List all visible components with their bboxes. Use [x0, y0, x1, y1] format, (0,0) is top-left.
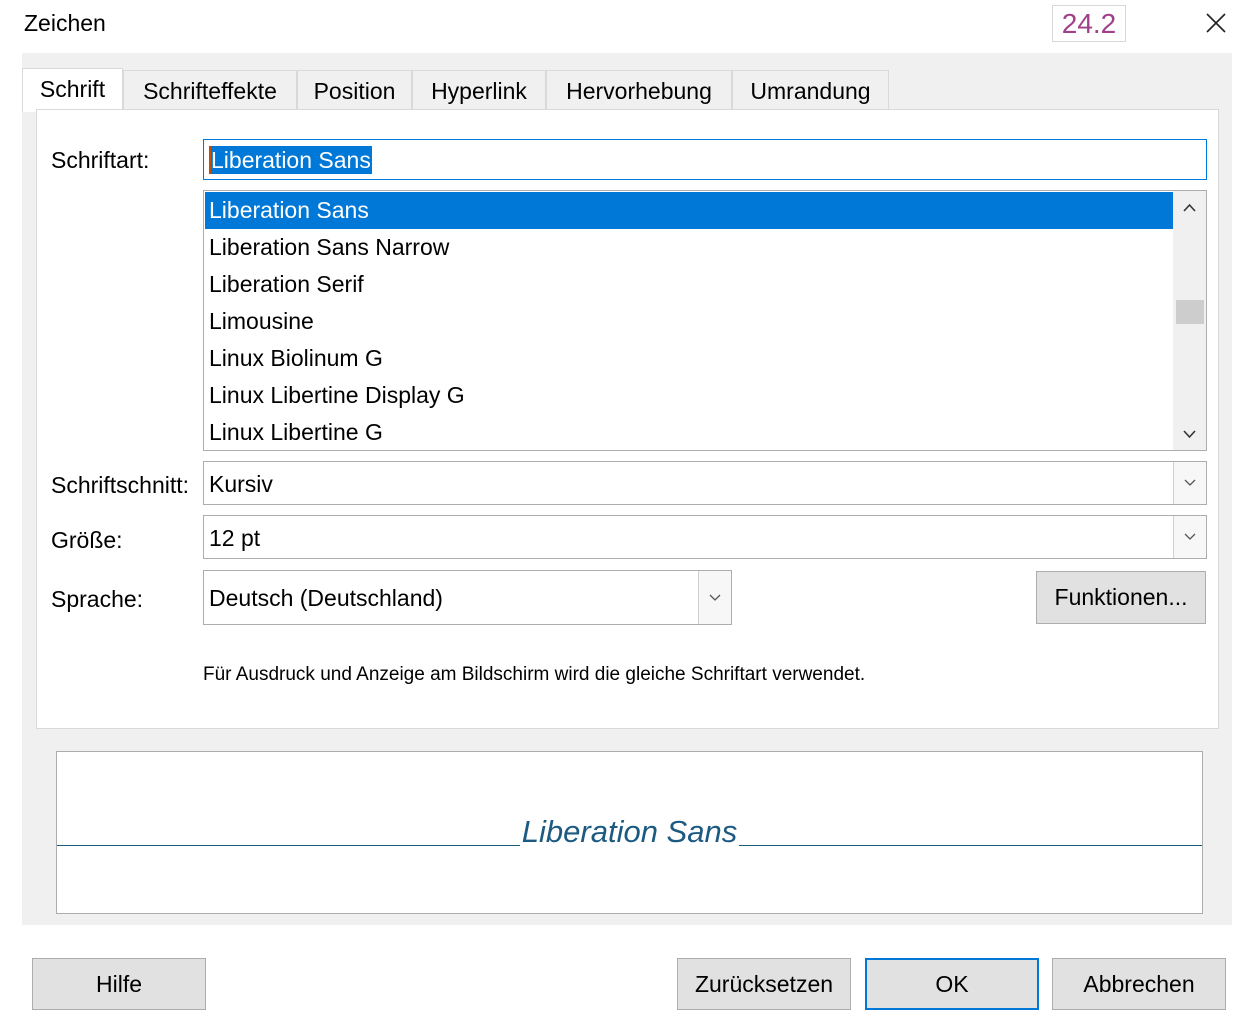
hint-text: Für Ausdruck und Anzeige am Bildschirm w… — [203, 664, 866, 685]
font-list-item[interactable]: Liberation Sans — [205, 192, 1173, 229]
help-button[interactable]: Hilfe — [32, 958, 206, 1010]
cancel-button[interactable]: Abbrechen — [1052, 958, 1226, 1010]
font-list-item[interactable]: Linux Libertine Display G — [205, 377, 1173, 414]
tab-umrandung[interactable]: Umrandung — [732, 70, 889, 110]
language-dropdown-button[interactable] — [698, 571, 731, 624]
close-button[interactable] — [1196, 4, 1236, 44]
language-value: Deutsch (Deutschland) — [209, 585, 443, 611]
font-size-dropdown-button[interactable] — [1173, 516, 1206, 558]
features-button[interactable]: Funktionen... — [1036, 571, 1206, 624]
chevron-down-icon — [1184, 479, 1196, 486]
tab-schrifteffekte[interactable]: Schrifteffekte — [123, 70, 297, 110]
chevron-down-icon — [1183, 430, 1196, 439]
font-list-item[interactable]: Liberation Sans Narrow — [205, 229, 1173, 266]
font-style-combobox[interactable]: Kursiv — [203, 461, 1207, 505]
preview-sample: Liberation Sans — [57, 814, 1202, 850]
version-badge: 24.2 — [1052, 5, 1126, 42]
tab-position[interactable]: Position — [297, 70, 412, 110]
font-size-value: 12 pt — [209, 525, 261, 551]
chevron-down-icon — [1184, 533, 1196, 540]
scrollbar-thumb[interactable] — [1176, 300, 1204, 324]
font-list-item[interactable]: Limousine — [205, 303, 1173, 340]
ok-button[interactable]: OK — [865, 958, 1039, 1010]
tab-hervorhebung[interactable]: Hervorhebung — [546, 70, 732, 110]
font-style-dropdown-button[interactable] — [1173, 462, 1206, 504]
scroll-up-button[interactable] — [1173, 191, 1206, 224]
font-list-scrollbar[interactable] — [1173, 191, 1206, 450]
font-list-item[interactable]: Linux Biolinum G — [205, 340, 1173, 377]
font-name-selection: Liberation Sans — [210, 146, 372, 174]
font-label: Schriftart: — [51, 147, 150, 173]
chevron-down-icon — [709, 594, 721, 601]
font-list[interactable]: Liberation Sans Liberation Sans Narrow L… — [203, 190, 1207, 451]
font-name-input[interactable]: Liberation Sans — [203, 139, 1207, 180]
reset-button[interactable]: Zurücksetzen — [677, 958, 851, 1010]
font-list-item[interactable]: Liberation Serif — [205, 266, 1173, 303]
font-preview: Liberation Sans — [56, 751, 1203, 914]
text-cursor — [209, 146, 211, 174]
language-label: Sprache: — [51, 586, 144, 612]
language-combobox[interactable]: Deutsch (Deutschland) — [203, 570, 732, 625]
font-size-combobox[interactable]: 12 pt — [203, 515, 1207, 559]
font-list-item[interactable]: Linux Libertine G — [205, 414, 1173, 450]
style-label: Schriftschnitt: — [51, 472, 190, 498]
window-title: Zeichen — [24, 10, 106, 36]
size-label: Größe: — [51, 527, 123, 553]
tab-hyperlink[interactable]: Hyperlink — [412, 70, 546, 110]
tab-schrift[interactable]: Schrift — [22, 68, 123, 112]
close-icon — [1206, 13, 1226, 33]
chevron-up-icon — [1183, 203, 1196, 212]
font-style-value: Kursiv — [209, 471, 273, 497]
preview-sample-text: Liberation Sans — [519, 814, 740, 849]
scroll-down-button[interactable] — [1173, 417, 1206, 450]
